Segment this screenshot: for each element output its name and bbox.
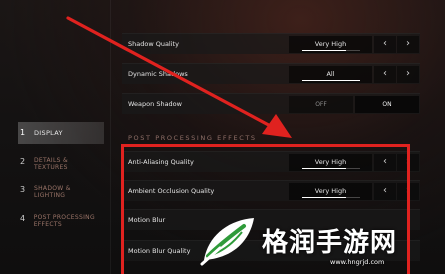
leaf-logo-icon <box>200 218 254 266</box>
watermark-url: www.hngrjd.com <box>330 258 385 266</box>
watermark-text: 格润手游网 <box>262 228 398 258</box>
